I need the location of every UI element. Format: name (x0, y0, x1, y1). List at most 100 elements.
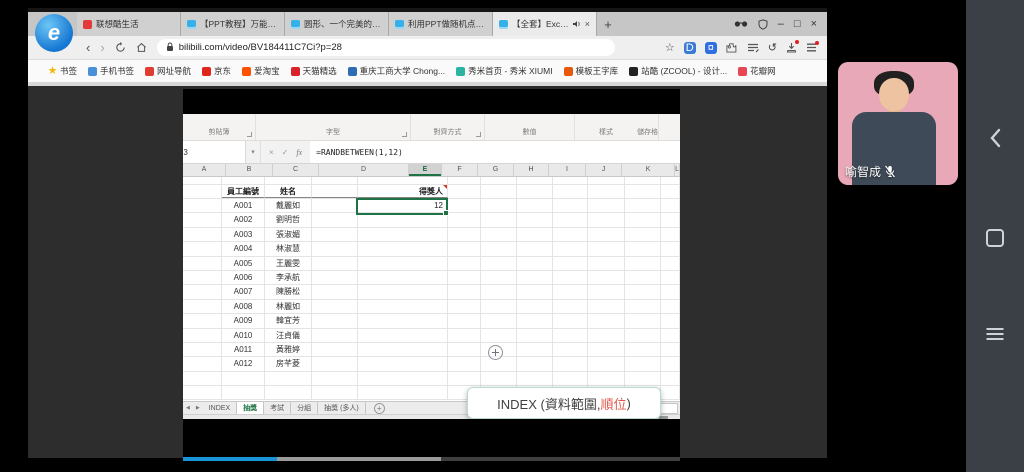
sheet-tab[interactable]: 抽獎 (多人) (318, 402, 366, 414)
bookmark-star-icon[interactable]: ☆ (665, 42, 675, 54)
browser-tab[interactable]: 联想酷生活 (77, 12, 181, 36)
cell-name[interactable]: 王麗雯 (265, 257, 312, 270)
browser-tab[interactable]: 利用PPT做随机点名_哔哩 (389, 12, 493, 36)
ribbon-group[interactable]: 數值 (485, 114, 575, 140)
back-chevron-icon[interactable] (988, 128, 1002, 153)
cell-name[interactable]: 張淑媚 (265, 228, 312, 241)
tab-close-icon[interactable]: × (585, 20, 590, 29)
table-row[interactable]: A002 劉明哲 (183, 213, 680, 227)
column-header[interactable]: G (478, 164, 514, 176)
refresh-icon[interactable] (115, 42, 126, 53)
column-header[interactable]: E (409, 164, 442, 176)
cell-employee-id[interactable]: A009 (222, 314, 265, 327)
translate-extension-icon[interactable]: ¤ (705, 42, 717, 54)
column-header[interactable]: F (442, 164, 478, 176)
cell-employee-id[interactable]: A005 (222, 257, 265, 270)
cell-name[interactable]: 李承航 (265, 271, 312, 284)
ribbon-group[interactable]: 樣式 (575, 114, 637, 140)
cell-name[interactable]: 戴麗如 (265, 199, 312, 212)
bookmark-item[interactable]: 模板王字库 (564, 65, 619, 77)
cell-name[interactable]: 黃雅婷 (265, 343, 312, 356)
close-window-button[interactable]: × (811, 19, 817, 30)
header-winner[interactable]: 得獎人 (358, 185, 448, 198)
video-progress-bar[interactable] (183, 457, 680, 461)
dialog-launcher-icon[interactable] (247, 132, 252, 137)
cell-employee-id[interactable]: A003 (222, 228, 265, 241)
browser-tab[interactable]: 圆形、一个完美的形状! (285, 12, 389, 36)
table-row[interactable]: A008 林麗如 (183, 300, 680, 314)
bookmark-item[interactable]: 爱淘宝 (242, 65, 280, 77)
cell-employee-id[interactable]: A001 (222, 199, 265, 212)
bookmark-item[interactable]: 网址导航 (145, 65, 191, 77)
sheet-prev-icon[interactable]: ◀ (183, 402, 193, 414)
cell-employee-id[interactable]: A004 (222, 242, 265, 255)
name-box-dropdown-icon[interactable]: ▾ (246, 141, 261, 163)
selected-cell-E3[interactable]: 12 (356, 198, 448, 215)
column-header[interactable]: A (183, 164, 226, 176)
ribbon-group[interactable]: 字型 (256, 114, 411, 140)
table-row[interactable]: A007 陳勝松 (183, 285, 680, 299)
cell-name[interactable]: 房芊菱 (265, 357, 312, 370)
column-header[interactable]: J (586, 164, 622, 176)
table-row[interactable]: A005 王麗雯 (183, 257, 680, 271)
menu-icon[interactable] (806, 43, 817, 52)
column-header[interactable]: L (675, 164, 680, 176)
cell-employee-id[interactable]: A010 (222, 329, 265, 342)
add-sheet-button[interactable]: + (374, 403, 385, 414)
cell-employee-id[interactable]: A012 (222, 357, 265, 370)
cell-name[interactable]: 林淑慧 (265, 242, 312, 255)
browser-logo-icon[interactable]: e (35, 14, 73, 52)
table-row[interactable]: A010 汪貞儀 (183, 329, 680, 343)
bookmark-item[interactable]: 天猫精选 (291, 65, 337, 77)
cancel-entry-icon[interactable]: × (269, 148, 274, 157)
column-header[interactable]: K (622, 164, 675, 176)
sheet-next-icon[interactable]: ▶ (193, 402, 203, 414)
webcam-overlay[interactable]: 喻智成 (838, 62, 958, 185)
ribbon-group[interactable]: 儲存格 (637, 114, 659, 140)
column-header[interactable]: C (273, 164, 319, 176)
incognito-glasses-icon[interactable] (734, 20, 748, 28)
insert-function-button[interactable]: fx (296, 148, 302, 157)
cell-name[interactable]: 汪貞儀 (265, 329, 312, 342)
bookmark-item[interactable]: 花瓣网 (738, 65, 776, 77)
new-tab-button[interactable]: + (597, 12, 619, 36)
download-icon[interactable] (786, 42, 797, 53)
bookmark-item[interactable]: 站酷 (ZCOOL) - 设计... (629, 65, 727, 77)
cell-name[interactable]: 林麗如 (265, 300, 312, 313)
tab-audio-icon[interactable] (573, 20, 581, 28)
browser-tab[interactable]: 【PPT教程】万能的随机抽 (181, 12, 285, 36)
home-icon[interactable] (136, 42, 147, 53)
column-header[interactable]: I (549, 164, 586, 176)
extension-icon[interactable]: D (684, 42, 696, 54)
formula-input[interactable]: =RANDBETWEEN(1,12) (310, 141, 680, 163)
cell-employee-id[interactable]: A011 (222, 343, 265, 356)
column-header[interactable]: B (226, 164, 273, 176)
table-row[interactable]: A006 李承航 (183, 271, 680, 285)
ribbon-group[interactable]: 剪貼簿 (183, 114, 256, 140)
sheet-tab[interactable]: 分組 (291, 402, 318, 414)
column-header[interactable]: H (514, 164, 549, 176)
url-field[interactable]: bilibili.com/video/BV184411C7Ci?p=28 (157, 39, 615, 56)
cell-name[interactable]: 陳勝松 (265, 285, 312, 298)
sheet-tab[interactable]: INDEX (203, 402, 237, 414)
confirm-entry-icon[interactable]: ✓ (282, 148, 289, 157)
table-row[interactable]: A009 韓宜芳 (183, 314, 680, 328)
recents-menu-icon[interactable] (987, 328, 1004, 340)
table-row[interactable]: A004 林淑慧 (183, 242, 680, 256)
back-button[interactable]: ‹ (86, 40, 90, 55)
column-header[interactable]: D (319, 164, 409, 176)
cell-name[interactable]: 劉明哲 (265, 213, 312, 226)
table-row[interactable]: A003 張淑媚 (183, 228, 680, 242)
dialog-launcher-icon[interactable] (476, 132, 481, 137)
ribbon-group[interactable]: 對齊方式 (411, 114, 485, 140)
history-undo-icon[interactable]: ↺ (768, 42, 777, 54)
video-frame[interactable]: 剪貼簿 字型 對齊方式 (183, 89, 680, 462)
minimize-button[interactable]: – (778, 19, 784, 30)
puzzle-extensions-icon[interactable] (726, 42, 738, 54)
cell-name[interactable]: 韓宜芳 (265, 314, 312, 327)
home-square-icon[interactable] (986, 229, 1004, 247)
table-row[interactable]: A012 房芊菱 (183, 357, 680, 371)
cell-employee-id[interactable]: A008 (222, 300, 265, 313)
cell-employee-id[interactable]: A007 (222, 285, 265, 298)
bookmark-item[interactable]: 秀米首页 - 秀米 XIUMI (456, 65, 553, 77)
